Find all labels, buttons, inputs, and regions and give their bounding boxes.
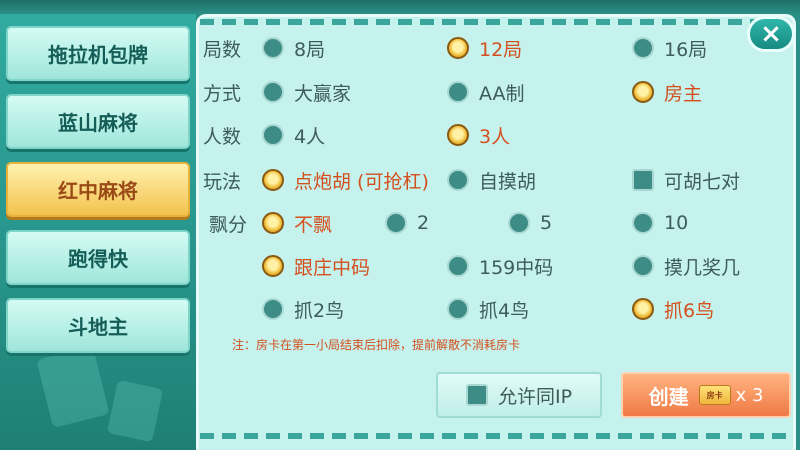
create-label: 创建 bbox=[648, 384, 689, 409]
option-label: 点炮胡 (可抢杠) bbox=[294, 170, 429, 193]
radio-selected-icon bbox=[262, 169, 284, 191]
option-label: 自摸胡 bbox=[479, 170, 537, 193]
radio-icon bbox=[262, 37, 284, 59]
radio-icon bbox=[262, 124, 284, 146]
create-room-button[interactable]: 创建 房卡 x 3 bbox=[621, 372, 791, 418]
radio-selected-icon bbox=[632, 81, 654, 103]
piao-option-2[interactable]: 2 bbox=[385, 209, 429, 237]
radio-selected-icon bbox=[632, 298, 654, 320]
ma-option-genzhuang[interactable]: 跟庄中码 bbox=[262, 252, 370, 280]
play-option-qidui[interactable]: 可胡七对 bbox=[632, 166, 740, 194]
bird-option-6[interactable]: 抓6鸟 bbox=[632, 295, 714, 323]
radio-icon bbox=[508, 212, 530, 234]
ma-option-159[interactable]: 159中码 bbox=[447, 252, 553, 280]
play-option-dianpao[interactable]: 点炮胡 (可抢杠) bbox=[262, 166, 429, 194]
option-label: 10 bbox=[664, 212, 689, 234]
radio-icon bbox=[447, 255, 469, 277]
tab-doudizhu[interactable]: 斗地主 bbox=[6, 298, 190, 353]
card-cost: x 3 bbox=[735, 384, 764, 406]
option-label: 跟庄中码 bbox=[294, 256, 371, 279]
mode-option-aa[interactable]: AA制 bbox=[447, 78, 525, 106]
option-label: 2 bbox=[417, 212, 430, 234]
play-option-zimo[interactable]: 自摸胡 bbox=[447, 166, 536, 194]
room-card-note: 注：房卡在第一小局结束后扣除，提前解散不消耗房卡 bbox=[232, 338, 521, 352]
radio-icon bbox=[447, 298, 469, 320]
piao-option-5[interactable]: 5 bbox=[508, 209, 552, 237]
option-label: 大赢家 bbox=[294, 82, 352, 105]
radio-icon bbox=[447, 81, 469, 103]
rounds-option-16[interactable]: 16局 bbox=[632, 34, 707, 62]
rounds-option-8[interactable]: 8局 bbox=[262, 34, 325, 62]
radio-icon bbox=[632, 37, 654, 59]
room-card-icon: 房卡 bbox=[698, 385, 731, 405]
players-option-3[interactable]: 3人 bbox=[447, 121, 510, 149]
allow-same-ip-toggle[interactable]: 允许同IP bbox=[436, 372, 602, 418]
rounds-label: 局数 bbox=[203, 39, 242, 61]
radio-selected-icon bbox=[262, 255, 284, 277]
bird-option-4[interactable]: 抓4鸟 bbox=[447, 295, 529, 323]
players-option-4[interactable]: 4人 bbox=[262, 121, 325, 149]
option-label: 房主 bbox=[664, 82, 703, 105]
radio-selected-icon bbox=[447, 124, 469, 146]
decorative-border-bottom bbox=[200, 433, 790, 439]
option-label: 可胡七对 bbox=[664, 170, 741, 193]
option-label: 抓2鸟 bbox=[294, 299, 345, 322]
option-label: 12局 bbox=[479, 38, 523, 61]
option-label: 抓6鸟 bbox=[664, 299, 715, 322]
tab-hongzhong-mahjong[interactable]: 红中麻将 bbox=[6, 162, 190, 217]
piao-option-10[interactable]: 10 bbox=[632, 209, 688, 237]
piao-label: 飘分 bbox=[209, 214, 248, 236]
tab-tuolaji[interactable]: 拖拉机包牌 bbox=[6, 26, 190, 81]
option-label: 8局 bbox=[294, 38, 326, 61]
decorative-border-top bbox=[200, 19, 790, 25]
mahjong-tile-decoration bbox=[106, 379, 164, 443]
top-strip bbox=[0, 0, 800, 14]
option-label: 不飘 bbox=[294, 213, 333, 236]
option-label: 抓4鸟 bbox=[479, 299, 530, 322]
piao-option-none[interactable]: 不飘 bbox=[262, 209, 332, 237]
radio-icon bbox=[262, 298, 284, 320]
mode-label: 方式 bbox=[203, 83, 242, 105]
radio-selected-icon bbox=[447, 37, 469, 59]
players-label: 人数 bbox=[203, 126, 242, 148]
mahjong-tile-decoration bbox=[36, 346, 110, 428]
tab-paodekuai[interactable]: 跑得快 bbox=[6, 230, 190, 285]
tab-lanshan-mahjong[interactable]: 蓝山麻将 bbox=[6, 94, 190, 149]
option-label: 摸几奖几 bbox=[664, 256, 741, 279]
option-label: AA制 bbox=[479, 82, 525, 105]
radio-icon bbox=[385, 212, 407, 234]
close-button[interactable]: × bbox=[747, 16, 795, 52]
rounds-option-12[interactable]: 12局 bbox=[447, 34, 522, 62]
checkbox-icon bbox=[632, 169, 654, 191]
mode-option-host[interactable]: 房主 bbox=[632, 78, 702, 106]
close-icon: × bbox=[760, 19, 782, 49]
radio-selected-icon bbox=[262, 212, 284, 234]
radio-icon bbox=[447, 169, 469, 191]
option-label: 3人 bbox=[479, 125, 511, 148]
radio-icon bbox=[632, 255, 654, 277]
option-label: 5 bbox=[540, 212, 553, 234]
option-label: 4人 bbox=[294, 125, 326, 148]
play-label: 玩法 bbox=[203, 171, 242, 193]
radio-icon bbox=[262, 81, 284, 103]
ma-option-moji[interactable]: 摸几奖几 bbox=[632, 252, 740, 280]
allow-same-ip-label: 允许同IP bbox=[497, 385, 573, 408]
bird-option-2[interactable]: 抓2鸟 bbox=[262, 295, 344, 323]
option-label: 16局 bbox=[664, 38, 708, 61]
option-label: 159中码 bbox=[479, 256, 554, 279]
radio-icon bbox=[632, 212, 654, 234]
mode-option-big-winner[interactable]: 大赢家 bbox=[262, 78, 351, 106]
checkbox-icon bbox=[465, 384, 488, 406]
